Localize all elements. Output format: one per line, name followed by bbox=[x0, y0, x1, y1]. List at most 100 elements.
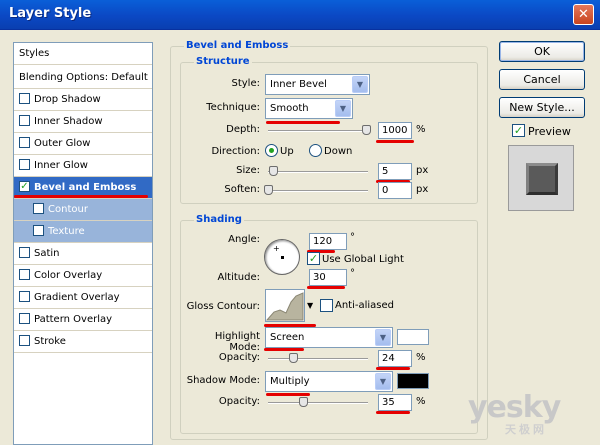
chevron-down-icon[interactable]: ▼ bbox=[375, 329, 391, 346]
highlight-opacity-thumb[interactable] bbox=[289, 353, 298, 363]
chevron-down-icon[interactable]: ▼ bbox=[335, 100, 351, 117]
depth-slider-track[interactable] bbox=[268, 130, 368, 132]
style-item-texture[interactable]: Texture bbox=[14, 221, 152, 243]
size-slider-thumb[interactable] bbox=[269, 166, 278, 176]
styles-header[interactable]: Styles bbox=[14, 43, 152, 65]
contour-curve-icon bbox=[265, 292, 304, 321]
style-item-pattern-overlay[interactable]: Pattern Overlay bbox=[14, 309, 152, 331]
style-item-satin[interactable]: Satin bbox=[14, 243, 152, 265]
highlight-opacity-field[interactable]: 24 bbox=[378, 350, 412, 367]
bevel-emboss-title: Bevel and Emboss bbox=[184, 40, 291, 51]
highlight-mode-select[interactable]: Screen ▼ bbox=[265, 327, 393, 348]
altitude-field[interactable]: 30 bbox=[309, 269, 347, 286]
gloss-contour-picker[interactable] bbox=[265, 289, 305, 322]
style-item-stroke[interactable]: Stroke bbox=[14, 331, 152, 353]
shadow-opacity-unit: % bbox=[416, 396, 426, 407]
checkbox-icon[interactable] bbox=[19, 313, 30, 324]
checkmark-icon[interactable]: ✓ bbox=[19, 181, 30, 192]
shadow-opacity-field[interactable]: 35 bbox=[378, 394, 412, 411]
ok-button[interactable]: OK bbox=[499, 41, 585, 62]
chevron-down-icon[interactable]: ▼ bbox=[352, 76, 368, 93]
size-field[interactable]: 5 bbox=[378, 163, 412, 180]
chevron-down-icon[interactable]: ▼ bbox=[375, 373, 391, 390]
highlight-opacity-label: Opacity: bbox=[218, 352, 260, 363]
direction-label: Direction: bbox=[211, 146, 260, 157]
new-style-button[interactable]: New Style... bbox=[499, 97, 585, 118]
annotation-underline bbox=[266, 393, 310, 396]
shading-title: Shading bbox=[194, 214, 244, 225]
style-item-drop-shadow[interactable]: Drop Shadow bbox=[14, 89, 152, 111]
cancel-button[interactable]: Cancel bbox=[499, 69, 585, 90]
angle-unit: ° bbox=[350, 232, 355, 243]
anti-aliased-label: Anti-aliased bbox=[335, 300, 395, 311]
direction-up-radio[interactable] bbox=[265, 144, 278, 157]
close-button[interactable]: ✕ bbox=[573, 4, 594, 25]
depth-field[interactable]: 1000 bbox=[378, 122, 412, 139]
style-item-color-overlay[interactable]: Color Overlay bbox=[14, 265, 152, 287]
global-light-label: Use Global Light bbox=[322, 254, 404, 265]
soften-slider-track[interactable] bbox=[268, 190, 368, 192]
angle-dial[interactable]: + bbox=[264, 239, 300, 275]
checkbox-icon[interactable] bbox=[19, 137, 30, 148]
checkbox-icon[interactable] bbox=[19, 269, 30, 280]
altitude-unit: ° bbox=[350, 268, 355, 279]
chevron-down-icon[interactable]: ▼ bbox=[307, 301, 313, 310]
window-title: Layer Style bbox=[9, 6, 92, 21]
checkbox-icon[interactable] bbox=[19, 335, 30, 346]
title-bar: Layer Style ✕ bbox=[0, 0, 600, 30]
size-slider-track[interactable] bbox=[268, 171, 368, 173]
style-item-outer-glow[interactable]: Outer Glow bbox=[14, 133, 152, 155]
checkbox-icon[interactable] bbox=[19, 159, 30, 170]
size-unit: px bbox=[416, 165, 429, 176]
shadow-opacity-thumb[interactable] bbox=[299, 397, 308, 407]
annotation-underline bbox=[307, 286, 345, 289]
checkbox-icon[interactable] bbox=[19, 93, 30, 104]
checkbox-icon[interactable] bbox=[19, 291, 30, 302]
depth-slider-thumb[interactable] bbox=[362, 125, 371, 135]
annotation-underline bbox=[14, 195, 148, 198]
shadow-mode-select[interactable]: Multiply ▼ bbox=[265, 371, 393, 392]
annotation-underline bbox=[376, 140, 414, 143]
global-light-checkbox[interactable]: ✓ bbox=[307, 252, 320, 265]
checkbox-icon[interactable] bbox=[33, 225, 44, 236]
style-item-gradient-overlay[interactable]: Gradient Overlay bbox=[14, 287, 152, 309]
preview-checkbox[interactable]: ✓ bbox=[512, 124, 525, 137]
gloss-contour-label: Gloss Contour: bbox=[186, 301, 260, 312]
highlight-opacity-track[interactable] bbox=[268, 358, 368, 360]
soften-unit: px bbox=[416, 184, 429, 195]
highlight-color-swatch[interactable] bbox=[397, 329, 429, 345]
annotation-underline bbox=[376, 411, 410, 414]
direction-down-label: Down bbox=[324, 146, 353, 157]
style-item-inner-glow[interactable]: Inner Glow bbox=[14, 155, 152, 177]
depth-unit: % bbox=[416, 124, 426, 135]
checkbox-icon[interactable] bbox=[19, 115, 30, 126]
close-icon: ✕ bbox=[578, 7, 589, 22]
style-label: Style: bbox=[231, 78, 261, 89]
style-preview bbox=[508, 145, 574, 211]
direction-down-radio[interactable] bbox=[309, 144, 322, 157]
checkbox-icon[interactable] bbox=[19, 247, 30, 258]
preview-swatch bbox=[526, 163, 558, 195]
direction-up-label: Up bbox=[280, 146, 294, 157]
soften-field[interactable]: 0 bbox=[378, 182, 412, 199]
watermark-sub: 天极网 bbox=[505, 423, 547, 436]
annotation-underline bbox=[376, 367, 410, 370]
styles-list: Styles Blending Options: Default Drop Sh… bbox=[13, 42, 153, 445]
soften-slider-thumb[interactable] bbox=[264, 185, 273, 195]
technique-select[interactable]: Smooth ▼ bbox=[265, 98, 353, 119]
angle-center-dot bbox=[281, 256, 284, 259]
anti-aliased-checkbox[interactable] bbox=[320, 299, 333, 312]
angle-label: Angle: bbox=[228, 234, 260, 245]
radio-selected-icon bbox=[269, 148, 274, 153]
style-select[interactable]: Inner Bevel ▼ bbox=[265, 74, 370, 95]
checkbox-icon[interactable] bbox=[33, 203, 44, 214]
style-item-contour[interactable]: Contour bbox=[14, 199, 152, 221]
shadow-color-swatch[interactable] bbox=[397, 373, 429, 389]
angle-field[interactable]: 120 bbox=[309, 233, 347, 250]
style-item-inner-shadow[interactable]: Inner Shadow bbox=[14, 111, 152, 133]
shadow-opacity-track[interactable] bbox=[268, 402, 368, 404]
depth-label: Depth: bbox=[226, 124, 260, 135]
blending-options-item[interactable]: Blending Options: Default bbox=[14, 67, 152, 89]
technique-label: Technique: bbox=[206, 102, 260, 113]
shadow-opacity-label: Opacity: bbox=[218, 396, 260, 407]
